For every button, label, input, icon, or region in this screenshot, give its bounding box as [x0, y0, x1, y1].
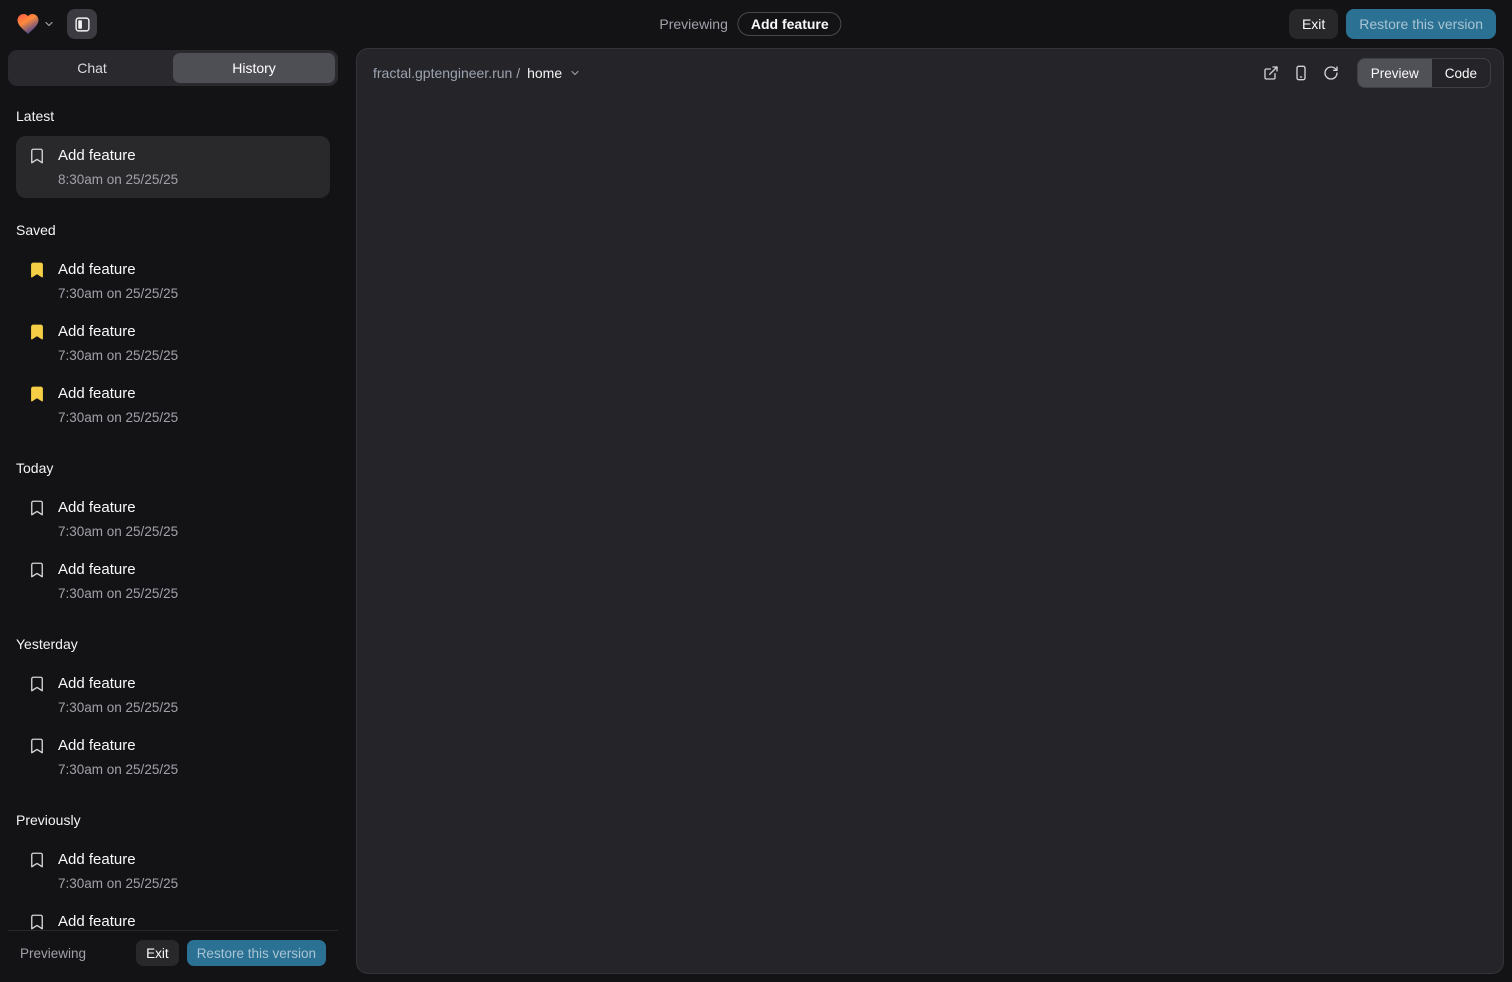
- bookmark-outline-icon: [28, 913, 46, 930]
- item-title: Add feature: [58, 560, 178, 580]
- item-timestamp: 7:30am on 25/25/25: [58, 761, 178, 778]
- item-title: Add feature: [58, 736, 178, 756]
- history-item[interactable]: Add feature 7:30am on 25/25/25: [16, 374, 330, 436]
- item-timestamp: 7:30am on 25/25/25: [58, 699, 178, 716]
- item-timestamp: 7:30am on 25/25/25: [58, 347, 178, 364]
- topbar-right: Exit Restore this version: [1289, 9, 1496, 39]
- history-item[interactable]: Add feature 7:30am on 25/25/25: [16, 726, 330, 788]
- item-title: Add feature: [58, 674, 178, 694]
- history-sidebar: Chat History Latest Add feature 8:30am on …: [0, 48, 346, 982]
- previewing-label: Previewing: [659, 16, 727, 32]
- section-title: Saved: [16, 222, 330, 238]
- preview-toolbar: Preview Code: [1257, 58, 1491, 88]
- chevron-down-icon: [43, 18, 55, 30]
- history-item[interactable]: Add feature 8:30am on 25/25/25: [16, 136, 330, 198]
- version-name-badge: Add feature: [738, 12, 842, 36]
- main-row: Chat History Latest Add feature 8:30am on …: [0, 48, 1512, 982]
- url-breadcrumb[interactable]: fractal.gptengineer.run / home: [373, 65, 581, 81]
- item-timestamp: 7:30am on 25/25/25: [58, 409, 178, 426]
- bookmark-filled-icon: [28, 385, 46, 403]
- tab-preview[interactable]: Preview: [1358, 59, 1432, 87]
- topbar-left: [16, 9, 97, 39]
- panel-left-icon: [74, 16, 91, 33]
- footer-restore-version-button[interactable]: Restore this version: [187, 940, 326, 966]
- history-item[interactable]: Add feature 7:30am on 25/25/25: [16, 840, 330, 902]
- preview-code-toggle: Preview Code: [1357, 58, 1491, 88]
- history-list: Latest Add feature 8:30am on 25/25/25 Saved…: [8, 92, 338, 930]
- smartphone-icon: [1293, 65, 1309, 81]
- bookmark-outline-icon: [28, 561, 46, 579]
- external-link-icon: [1263, 65, 1279, 81]
- history-item[interactable]: Add feature 7:30am on 25/25/25: [16, 312, 330, 374]
- topbar: Previewing Add feature Exit Restore this…: [0, 0, 1512, 48]
- tab-code[interactable]: Code: [1432, 59, 1490, 87]
- lovable-heart-icon: [16, 13, 40, 35]
- url-page: home: [527, 65, 562, 81]
- topbar-center: Previewing Add feature: [659, 0, 841, 48]
- restore-version-button[interactable]: Restore this version: [1346, 9, 1496, 39]
- footer-previewing-label: Previewing: [20, 946, 86, 961]
- item-title: Add feature: [58, 384, 178, 404]
- preview-panel: fractal.gptengineer.run / home: [356, 48, 1504, 974]
- footer-buttons: Exit Restore this version: [136, 940, 326, 966]
- item-timestamp: 8:30am on 25/25/25: [58, 171, 178, 188]
- mobile-view-button[interactable]: [1287, 59, 1315, 87]
- history-item[interactable]: Add feature7:30am on 25/25/25: [16, 902, 330, 930]
- section-title: Today: [16, 460, 330, 476]
- exit-button[interactable]: Exit: [1289, 9, 1338, 39]
- tab-history[interactable]: History: [173, 53, 335, 83]
- section-title: Latest: [16, 108, 330, 124]
- open-in-new-tab-button[interactable]: [1257, 59, 1285, 87]
- history-item[interactable]: Add feature 7:30am on 25/25/25: [16, 664, 330, 726]
- item-timestamp: 7:30am on 25/25/25: [58, 875, 178, 892]
- item-title: Add feature: [58, 260, 178, 280]
- item-timestamp: 7:30am on 25/25/25: [58, 285, 178, 302]
- item-timestamp: 7:30am on 25/25/25: [58, 523, 178, 540]
- item-title: Add feature: [58, 322, 178, 342]
- bookmark-filled-icon: [28, 261, 46, 279]
- refresh-button[interactable]: [1317, 59, 1345, 87]
- sidebar-toggle-button[interactable]: [67, 9, 97, 39]
- bookmark-outline-icon: [28, 499, 46, 517]
- bookmark-outline-icon: [28, 851, 46, 869]
- item-title: Add feature: [58, 912, 178, 930]
- history-item[interactable]: Add feature 7:30am on 25/25/25: [16, 488, 330, 550]
- sidebar-tabs: Chat History: [8, 50, 338, 86]
- item-timestamp: 7:30am on 25/25/25: [58, 585, 178, 602]
- chevron-down-icon: [569, 67, 581, 79]
- bookmark-filled-icon: [28, 323, 46, 341]
- logo-menu-button[interactable]: [16, 13, 55, 35]
- url-domain: fractal.gptengineer.run /: [373, 65, 520, 81]
- history-item[interactable]: Add feature 7:30am on 25/25/25: [16, 550, 330, 612]
- bookmark-outline-icon: [28, 147, 46, 165]
- item-title: Add feature: [58, 498, 178, 518]
- tab-chat[interactable]: Chat: [11, 53, 173, 83]
- history-item[interactable]: Add feature 7:30am on 25/25/25: [16, 250, 330, 312]
- sidebar-footer: Previewing Exit Restore this version: [8, 930, 338, 966]
- footer-exit-button[interactable]: Exit: [136, 940, 179, 966]
- preview-panel-header: fractal.gptengineer.run / home: [357, 49, 1503, 97]
- item-title: Add feature: [58, 146, 178, 166]
- bookmark-outline-icon: [28, 737, 46, 755]
- bookmark-outline-icon: [28, 675, 46, 693]
- section-title: Previously: [16, 812, 330, 828]
- item-title: Add feature: [58, 850, 178, 870]
- section-title: Yesterday: [16, 636, 330, 652]
- refresh-icon: [1323, 65, 1339, 81]
- preview-viewport: [357, 97, 1503, 973]
